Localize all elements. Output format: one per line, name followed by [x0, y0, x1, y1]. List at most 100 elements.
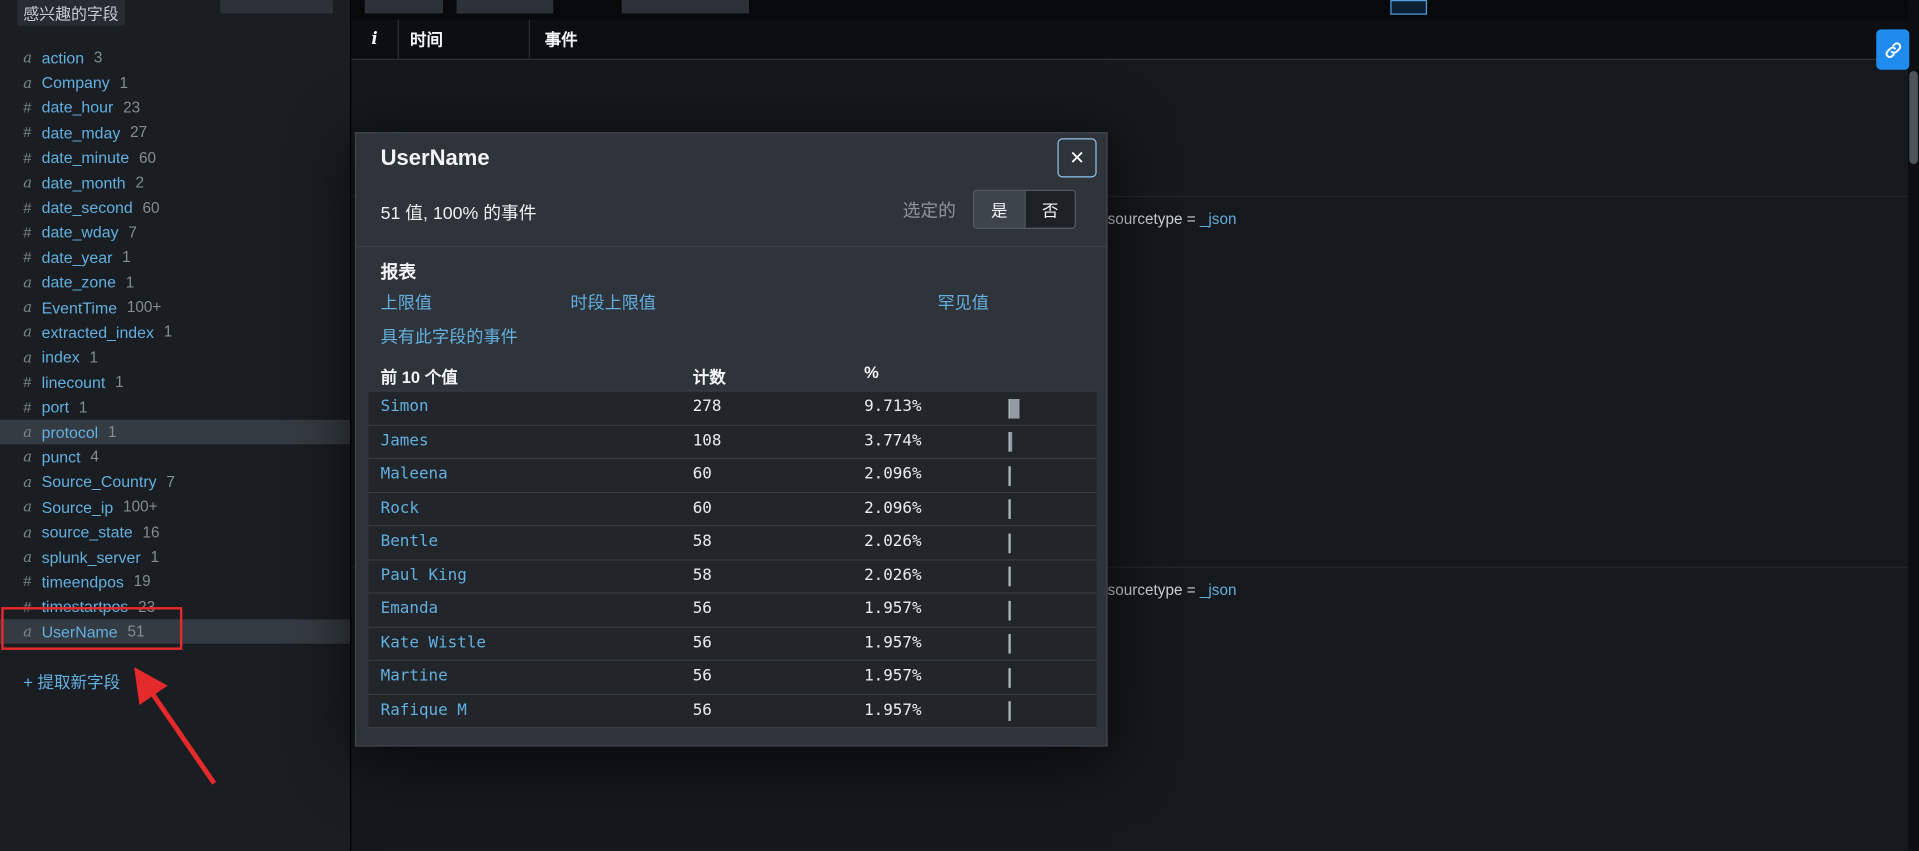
- selected-toggle: 是 否: [973, 190, 1076, 229]
- sidebar-field-row[interactable]: # date_year 1: [0, 245, 350, 270]
- field-name-link[interactable]: timeendpos: [42, 573, 124, 591]
- field-name-link[interactable]: Source_ip: [42, 498, 114, 516]
- column-divider: [398, 20, 399, 59]
- field-type-icon: a: [23, 448, 41, 465]
- extract-new-fields-link[interactable]: + 提取新字段: [23, 668, 120, 692]
- field-name-link[interactable]: date_minute: [42, 148, 130, 166]
- scrollbar-thumb[interactable]: [1909, 71, 1918, 164]
- value-link[interactable]: Maleena: [381, 465, 448, 483]
- field-stats-modal: UserName ✕ 51 值, 100% 的事件 选定的 是 否 报表 上限值…: [355, 132, 1108, 746]
- value-link[interactable]: Rock: [381, 499, 419, 517]
- field-name-link[interactable]: date_year: [42, 248, 113, 266]
- modal-close-button[interactable]: ✕: [1057, 138, 1096, 177]
- value-link[interactable]: Paul King: [381, 566, 467, 584]
- sidebar-field-row[interactable]: # date_hour 23: [0, 95, 350, 120]
- value-bar-cell: [1008, 398, 1019, 419]
- field-name-link[interactable]: date_month: [42, 173, 126, 191]
- field-name-link[interactable]: date_hour: [42, 98, 114, 116]
- toolbar-button-fragment[interactable]: [220, 0, 333, 13]
- sidebar-field-row[interactable]: a UserName 51: [0, 619, 350, 644]
- percent-bar: [1008, 398, 1019, 418]
- value-percent: 2.026%: [864, 566, 921, 584]
- value-percent: 2.096%: [864, 499, 921, 517]
- modal-divider: [356, 246, 1106, 247]
- field-summary-text: 51 值, 100% 的事件: [381, 199, 537, 225]
- sidebar-field-row[interactable]: # linecount 1: [0, 370, 350, 395]
- field-name-link[interactable]: UserName: [42, 623, 118, 641]
- value-link[interactable]: Simon: [381, 398, 429, 416]
- sidebar-field-row[interactable]: a action 3: [0, 45, 350, 70]
- field-name-link[interactable]: Source_Country: [42, 473, 157, 491]
- sidebar-field-row[interactable]: a extracted_index 1: [0, 320, 350, 345]
- sourcetype-value-link[interactable]: _json: [1200, 211, 1237, 228]
- field-name-link[interactable]: date_zone: [42, 273, 116, 291]
- field-distinct-count: 1: [150, 548, 159, 565]
- field-type-icon: a: [23, 473, 41, 490]
- field-type-icon: a: [23, 324, 41, 341]
- report-link-events-with-field[interactable]: 具有此字段的事件: [381, 324, 518, 348]
- percent-bar: [1008, 634, 1010, 654]
- sidebar-field-row[interactable]: a Company 1: [0, 70, 350, 95]
- report-link-top-values[interactable]: 上限值: [381, 290, 432, 314]
- sidebar-field-row[interactable]: a date_zone 1: [0, 270, 350, 295]
- sidebar-field-row[interactable]: # timeendpos 19: [0, 569, 350, 594]
- sourcetype-row: sourcetype = _json: [1108, 581, 1237, 598]
- field-name-link[interactable]: source_state: [42, 523, 133, 541]
- field-name-link[interactable]: timestartpos: [42, 598, 129, 616]
- field-name-link[interactable]: date_second: [42, 198, 133, 216]
- field-name-link[interactable]: port: [42, 398, 69, 416]
- field-name-link[interactable]: date_wday: [42, 223, 119, 241]
- value-link[interactable]: James: [381, 431, 429, 449]
- sidebar-field-row[interactable]: a punct 4: [0, 445, 350, 470]
- toolbar-button-fragment[interactable]: [622, 0, 749, 13]
- value-link[interactable]: Rafique M: [381, 701, 467, 719]
- sidebar-field-row[interactable]: a protocol 1: [0, 420, 350, 445]
- value-link[interactable]: Emanda: [381, 600, 438, 618]
- value-link[interactable]: Bentle: [381, 532, 438, 550]
- sourcetype-value-link[interactable]: _json: [1200, 581, 1237, 598]
- col-top-values: 前 10 个值: [381, 363, 458, 387]
- report-link-rare-values[interactable]: 罕见值: [938, 290, 989, 314]
- value-row: Martine 56 1.957%: [368, 661, 1096, 695]
- value-link[interactable]: Martine: [381, 667, 448, 685]
- sidebar-field-row[interactable]: a index 1: [0, 345, 350, 370]
- sidebar-field-row[interactable]: a splunk_server 1: [0, 544, 350, 569]
- field-distinct-count: 1: [164, 324, 173, 341]
- value-count: 56: [693, 667, 712, 685]
- share-link-button[interactable]: [1876, 29, 1909, 69]
- sidebar-field-row[interactable]: a Source_ip 100+: [0, 494, 350, 519]
- field-name-link[interactable]: extracted_index: [42, 323, 154, 341]
- sidebar-field-row[interactable]: # date_wday 7: [0, 220, 350, 245]
- field-distinct-count: 1: [122, 249, 131, 266]
- field-name-link[interactable]: index: [42, 348, 80, 366]
- outlined-control-fragment[interactable]: [1390, 0, 1427, 15]
- field-name-link[interactable]: splunk_server: [42, 548, 141, 566]
- field-name-link[interactable]: punct: [42, 448, 81, 466]
- field-name-link[interactable]: EventTime: [42, 298, 117, 316]
- toolbar-button-fragment[interactable]: [457, 0, 554, 13]
- sidebar-field-row[interactable]: a date_month 2: [0, 170, 350, 195]
- selected-no-button[interactable]: 否: [1024, 191, 1074, 228]
- selected-yes-button[interactable]: 是: [974, 191, 1024, 228]
- sidebar-field-row[interactable]: a Source_Country 7: [0, 470, 350, 495]
- field-name-link[interactable]: linecount: [42, 373, 106, 391]
- vertical-scrollbar[interactable]: [1908, 0, 1919, 851]
- sidebar-field-row[interactable]: # date_mday 27: [0, 120, 350, 145]
- toolbar-button-fragment[interactable]: [365, 0, 443, 13]
- field-type-icon: #: [23, 149, 41, 166]
- sidebar-field-row[interactable]: # date_minute 60: [0, 145, 350, 170]
- sidebar-field-row[interactable]: # port 1: [0, 395, 350, 420]
- sidebar-field-row[interactable]: a source_state 16: [0, 519, 350, 544]
- field-name-link[interactable]: Company: [42, 74, 110, 92]
- sidebar-field-row[interactable]: a EventTime 100+: [0, 295, 350, 320]
- value-count: 60: [693, 499, 712, 517]
- field-type-icon: a: [23, 548, 41, 565]
- field-name-link[interactable]: date_mday: [42, 123, 121, 141]
- field-name-link[interactable]: action: [42, 49, 84, 67]
- report-link-top-values-time[interactable]: 时段上限值: [570, 290, 656, 314]
- sidebar-field-row[interactable]: # timestartpos 23: [0, 594, 350, 619]
- field-name-link[interactable]: protocol: [42, 423, 99, 441]
- sidebar-field-row[interactable]: # date_second 60: [0, 195, 350, 220]
- percent-bar: [1008, 432, 1012, 452]
- value-link[interactable]: Kate Wistle: [381, 633, 486, 651]
